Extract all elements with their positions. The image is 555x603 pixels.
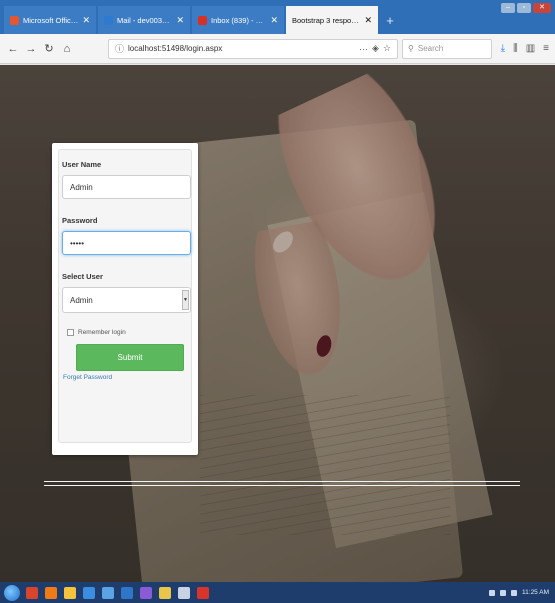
address-text[interactable]: localhost:51498/login.aspx	[128, 44, 355, 53]
visual-studio-icon[interactable]	[140, 586, 152, 599]
app-icon[interactable]	[159, 586, 171, 599]
download-icon[interactable]: ⤓	[501, 43, 505, 54]
horizontal-rule	[44, 485, 520, 486]
window-controls: – ▫ ✕	[501, 3, 551, 13]
chrome-icon[interactable]	[26, 586, 38, 599]
tab-title: Mail - dev003@veevee.it	[117, 15, 173, 25]
username-label: User Name	[62, 160, 102, 169]
bookmark-star-icon[interactable]: ☆	[383, 43, 391, 54]
page-background: User Name Admin Password ••••• Select Us…	[0, 65, 555, 582]
close-tab-icon[interactable]: ✕	[82, 15, 90, 26]
password-label: Password	[62, 216, 98, 225]
home-icon[interactable]: ⌂	[60, 43, 74, 55]
search-icon: ⚲	[408, 44, 414, 53]
toolbar-icons: ⤓ ⫼ ▥ ≡	[501, 43, 549, 54]
submit-button[interactable]: Submit	[76, 344, 184, 371]
selected-user-value: Admin	[70, 295, 93, 305]
sidebar-icon[interactable]: ▥	[526, 43, 535, 54]
pocket-icon[interactable]: ◈	[372, 43, 379, 54]
start-button[interactable]	[4, 584, 20, 601]
windows-taskbar: 11:25 AM	[0, 582, 555, 603]
system-tray: 11:25 AM	[489, 589, 555, 596]
outlook-icon[interactable]	[121, 586, 133, 599]
browser-nav-bar: ← → ↻ ⌂ ⓘ localhost:51498/login.aspx ···…	[0, 34, 555, 64]
mail-favicon-icon	[104, 15, 113, 25]
username-value: Admin	[70, 182, 93, 192]
tab-office-home[interactable]: Microsoft Office Home ✕	[4, 6, 96, 34]
password-value: •••••	[70, 238, 85, 248]
battery-icon[interactable]	[511, 589, 518, 596]
back-icon[interactable]: ←	[6, 43, 20, 55]
remember-login-label[interactable]: Remember login	[78, 329, 126, 336]
clock[interactable]: 11:25 AM	[522, 589, 549, 596]
browser-tab-bar: Microsoft Office Home ✕ Mail - dev003@ve…	[0, 0, 555, 34]
gmail-favicon-icon	[198, 15, 207, 25]
tab-bootstrap-login[interactable]: Bootstrap 3 responsive centered ✕	[286, 6, 378, 34]
ie-icon[interactable]	[83, 586, 95, 599]
user-type-select[interactable]: Admin ▼	[62, 287, 191, 313]
search-placeholder: Search	[417, 44, 444, 53]
new-tab-button[interactable]: +	[380, 6, 400, 34]
forgot-password-link[interactable]: Forget Password	[63, 374, 188, 381]
horizontal-rule	[44, 481, 520, 482]
acrobat-icon[interactable]	[197, 586, 209, 599]
forward-icon[interactable]: →	[24, 43, 38, 55]
minimize-icon[interactable]: –	[501, 3, 515, 13]
search-box[interactable]: ⚲ Search	[402, 38, 492, 59]
dropdown-arrow-icon[interactable]: ▼	[182, 290, 189, 310]
username-input[interactable]: Admin	[62, 175, 191, 199]
window-close-icon[interactable]: ✕	[533, 3, 551, 13]
tab-mail[interactable]: Mail - dev003@veevee.it ✕	[98, 6, 190, 34]
library-icon[interactable]: ⫼	[513, 43, 518, 54]
volume-icon[interactable]	[500, 589, 507, 596]
close-tab-icon[interactable]: ✕	[176, 15, 184, 26]
login-form: User Name Admin Password ••••• Select Us…	[58, 149, 192, 443]
password-input[interactable]: •••••	[62, 231, 191, 255]
tab-title: Bootstrap 3 responsive centered	[292, 15, 360, 25]
menu-icon[interactable]: ≡	[543, 43, 549, 54]
page-actions-icon[interactable]: ···	[359, 44, 368, 54]
tab-title: Microsoft Office Home	[23, 15, 78, 25]
maximize-icon[interactable]: ▫	[517, 3, 531, 13]
office-favicon-icon	[10, 15, 19, 25]
close-tab-icon[interactable]: ✕	[364, 15, 372, 26]
terminal-icon[interactable]	[178, 586, 190, 599]
remember-login-row: Remember login	[67, 329, 188, 336]
site-info-icon[interactable]: ⓘ	[115, 42, 124, 55]
close-tab-icon[interactable]: ✕	[270, 15, 278, 26]
login-card: User Name Admin Password ••••• Select Us…	[52, 143, 198, 455]
network-icon[interactable]	[489, 589, 496, 596]
store-icon[interactable]	[102, 586, 114, 599]
explorer-icon[interactable]	[64, 586, 76, 599]
tab-gmail-inbox[interactable]: Inbox (839) - gdeepakcs@gm ✕	[192, 6, 284, 34]
address-bar[interactable]: ⓘ localhost:51498/login.aspx ··· ◈ ☆	[108, 38, 398, 59]
select-user-label: Select User	[62, 272, 103, 281]
tab-title: Inbox (839) - gdeepakcs@gm	[211, 15, 266, 25]
remember-login-checkbox[interactable]	[67, 329, 74, 336]
reload-icon[interactable]: ↻	[42, 42, 56, 55]
firefox-icon[interactable]	[45, 586, 57, 599]
